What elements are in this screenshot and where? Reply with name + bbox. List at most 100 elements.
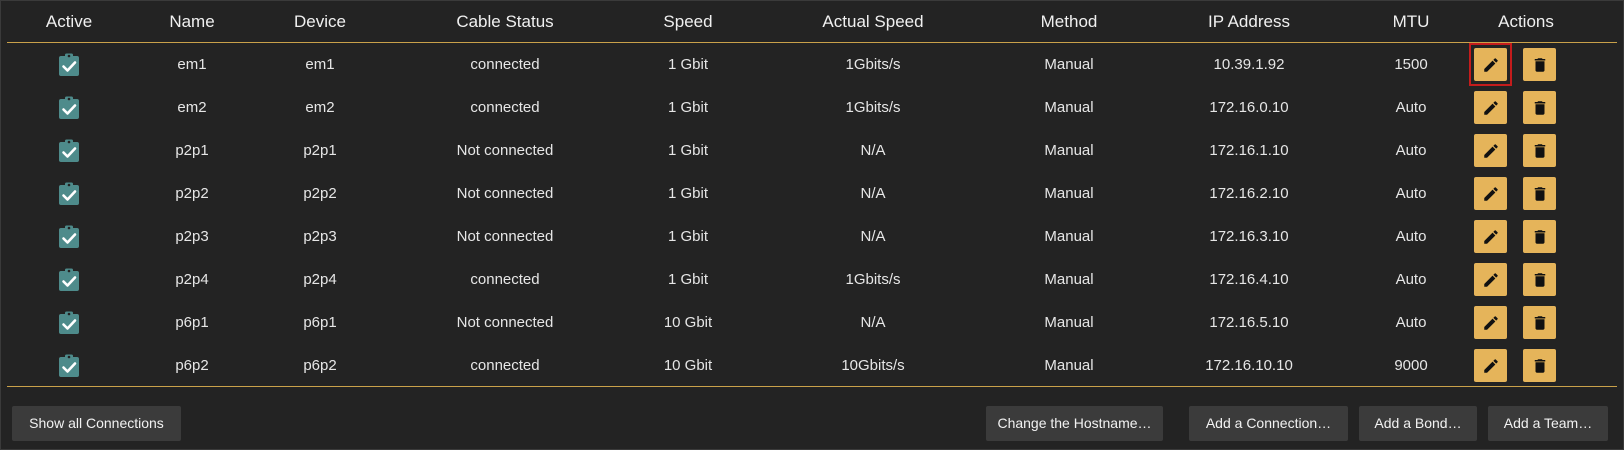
show-all-connections-button[interactable]: Show all Connections: [12, 406, 181, 441]
row-device: p2p3: [303, 228, 337, 245]
table-row: p2p3 p2p3 Not connected 1 Gbit N/A Manual 172.…: [7, 215, 1617, 258]
row-speed: 10 Gbit: [663, 357, 713, 374]
delete-button[interactable]: [1523, 220, 1556, 253]
row-actual-speed: 1Gbits/s: [845, 56, 901, 73]
header-device: Device: [294, 12, 346, 31]
row-mtu: Auto: [1395, 314, 1427, 331]
add-team-button[interactable]: Add a Team…: [1488, 406, 1608, 441]
header-active: Active: [45, 12, 93, 31]
row-cable-status: connected: [470, 56, 540, 73]
row-actual-speed: 1Gbits/s: [845, 99, 901, 116]
table-row: p2p2 p2p2 Not connected 1 Gbit N/A Manual 172.…: [7, 172, 1617, 215]
row-cable-status: Not connected: [456, 228, 554, 245]
row-method: Manual: [1044, 142, 1094, 159]
connections-panel: Active Name Device Cable Status Speed Ac…: [0, 0, 1624, 450]
header-speed: Speed: [663, 12, 713, 31]
edit-button[interactable]: [1474, 134, 1507, 167]
row-method: Manual: [1044, 56, 1094, 73]
row-cable-status: Not connected: [456, 185, 554, 202]
table-row: p2p1 p2p1 Not connected 1 Gbit N/A Manual 172.…: [7, 129, 1617, 172]
pencil-icon: [1482, 314, 1500, 332]
row-ip-address: 172.16.10.10: [1205, 357, 1293, 374]
row-name: p2p4: [175, 271, 209, 288]
header-actual-speed: Actual Speed: [822, 12, 924, 31]
clipboard-check-icon[interactable]: [58, 354, 80, 378]
delete-button[interactable]: [1523, 177, 1556, 210]
delete-button[interactable]: [1523, 306, 1556, 339]
row-mtu: Auto: [1395, 185, 1427, 202]
row-mtu: Auto: [1395, 271, 1427, 288]
trash-icon: [1531, 56, 1549, 74]
row-name: em1: [177, 56, 207, 73]
row-method: Manual: [1044, 314, 1094, 331]
row-name: p6p1: [175, 314, 209, 331]
pencil-icon: [1482, 185, 1500, 203]
row-actual-speed: N/A: [860, 228, 886, 245]
clipboard-check-icon[interactable]: [58, 225, 80, 249]
table-row: p2p4 p2p4 connected 1 Gbit 1Gbits/s Manual 172…: [7, 258, 1617, 301]
row-name: p2p2: [175, 185, 209, 202]
edit-button[interactable]: [1474, 220, 1507, 253]
row-cable-status: connected: [470, 99, 540, 116]
edit-button[interactable]: [1474, 306, 1507, 339]
row-mtu: Auto: [1395, 228, 1427, 245]
row-speed: 10 Gbit: [663, 314, 713, 331]
row-method: Manual: [1044, 99, 1094, 116]
row-method: Manual: [1044, 357, 1094, 374]
row-name: em2: [177, 99, 207, 116]
row-ip-address: 10.39.1.92: [1213, 56, 1285, 73]
clipboard-check-icon[interactable]: [58, 139, 80, 163]
change-hostname-button[interactable]: Change the Hostname…: [986, 406, 1163, 441]
delete-button[interactable]: [1523, 134, 1556, 167]
edit-button[interactable]: [1474, 349, 1507, 382]
row-ip-address: 172.16.2.10: [1209, 185, 1289, 202]
row-device: p2p2: [303, 185, 337, 202]
header-mtu: MTU: [1392, 12, 1430, 31]
trash-icon: [1531, 357, 1549, 375]
row-ip-address: 172.16.0.10: [1209, 99, 1289, 116]
edit-button[interactable]: [1474, 263, 1507, 296]
row-actual-speed: N/A: [860, 314, 886, 331]
clipboard-check-icon[interactable]: [58, 268, 80, 292]
header-actions: Actions: [1498, 12, 1554, 31]
row-device: em2: [305, 99, 335, 116]
table-row: p6p2 p6p2 connected 10 Gbit 10Gbits/s Manual 1…: [7, 344, 1617, 387]
edit-button[interactable]: [1474, 48, 1507, 81]
table-row: em2 em2 connected 1 Gbit 1Gbits/s Manual 172.1…: [7, 86, 1617, 129]
row-name: p2p3: [175, 228, 209, 245]
pencil-icon: [1482, 99, 1500, 117]
row-device: p6p2: [303, 357, 337, 374]
row-ip-address: 172.16.5.10: [1209, 314, 1289, 331]
add-connection-button[interactable]: Add a Connection…: [1189, 406, 1348, 441]
delete-button[interactable]: [1523, 91, 1556, 124]
row-ip-address: 172.16.1.10: [1209, 142, 1289, 159]
row-method: Manual: [1044, 271, 1094, 288]
row-cable-status: connected: [470, 357, 540, 374]
row-speed: 1 Gbit: [667, 271, 709, 288]
edit-button[interactable]: [1474, 177, 1507, 210]
row-actual-speed: N/A: [860, 142, 886, 159]
trash-icon: [1531, 271, 1549, 289]
clipboard-check-icon[interactable]: [58, 311, 80, 335]
pencil-icon: [1482, 271, 1500, 289]
edit-button[interactable]: [1474, 91, 1507, 124]
clipboard-check-icon[interactable]: [58, 96, 80, 120]
delete-button[interactable]: [1523, 349, 1556, 382]
delete-button[interactable]: [1523, 48, 1556, 81]
trash-icon: [1531, 99, 1549, 117]
row-speed: 1 Gbit: [667, 56, 709, 73]
clipboard-check-icon[interactable]: [58, 53, 80, 77]
row-speed: 1 Gbit: [667, 99, 709, 116]
row-device: p2p4: [303, 271, 337, 288]
row-method: Manual: [1044, 228, 1094, 245]
row-mtu: Auto: [1395, 99, 1427, 116]
clipboard-check-icon[interactable]: [58, 182, 80, 206]
add-bond-button[interactable]: Add a Bond…: [1359, 406, 1477, 441]
row-device: em1: [305, 56, 335, 73]
trash-icon: [1531, 228, 1549, 246]
delete-button[interactable]: [1523, 263, 1556, 296]
pencil-icon: [1482, 357, 1500, 375]
row-mtu: 9000: [1394, 357, 1428, 374]
header-name: Name: [169, 12, 215, 31]
row-cable-status: Not connected: [456, 314, 554, 331]
